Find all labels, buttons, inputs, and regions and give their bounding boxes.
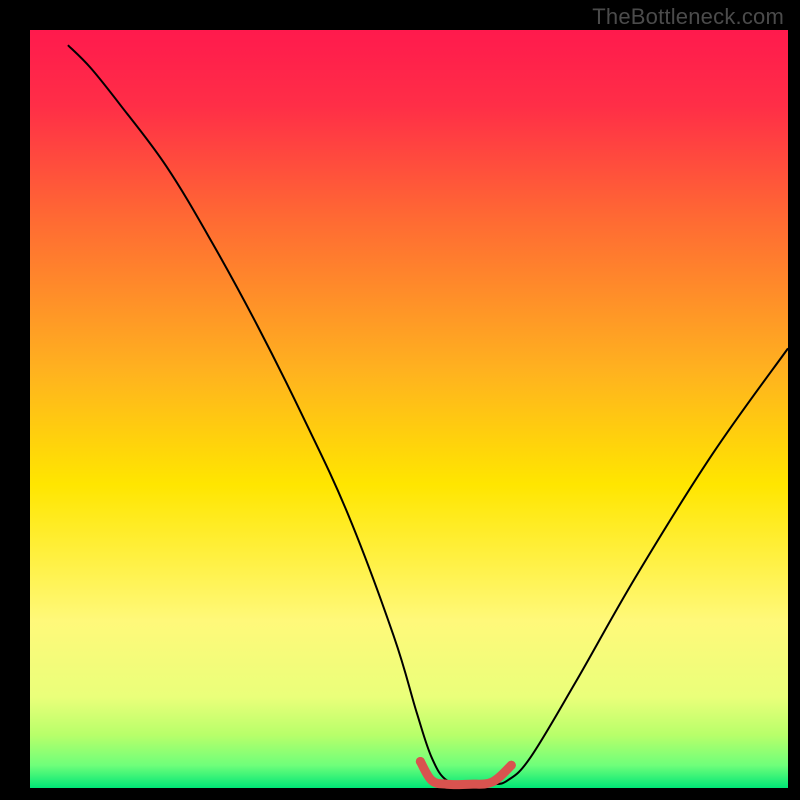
- bottleneck-chart: [0, 0, 800, 800]
- gradient-background: [30, 30, 788, 788]
- optimal-zone-endpoint: [416, 757, 425, 766]
- chart-container: TheBottleneck.com: [0, 0, 800, 800]
- optimal-zone-endpoint: [507, 761, 516, 770]
- watermark-text: TheBottleneck.com: [592, 4, 784, 30]
